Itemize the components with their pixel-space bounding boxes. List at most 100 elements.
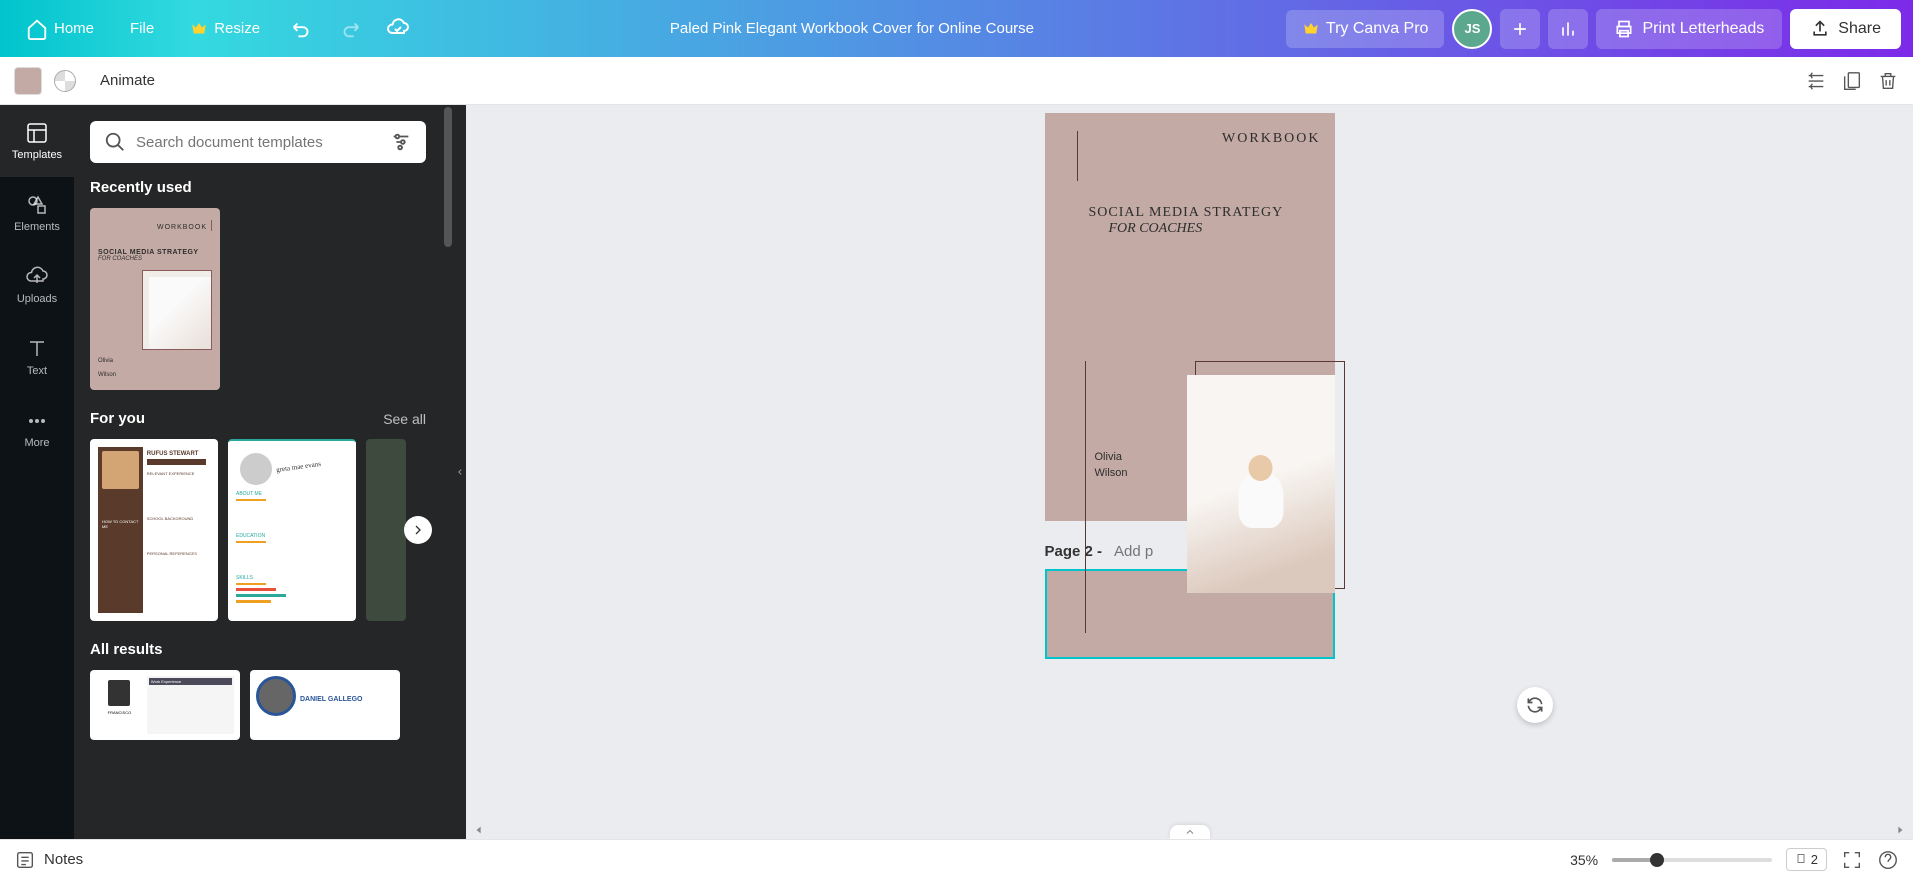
print-icon bbox=[1614, 19, 1634, 39]
page-count-button[interactable]: 2 bbox=[1786, 848, 1827, 871]
page-icon bbox=[1795, 853, 1807, 865]
nav-templates[interactable]: Templates bbox=[0, 105, 74, 177]
nav-text[interactable]: Text bbox=[0, 321, 74, 393]
nav-elements[interactable]: Elements bbox=[0, 177, 74, 249]
template-card-all-1[interactable]: FRANCISCO Work Experience bbox=[90, 670, 240, 740]
nav-elements-label: Elements bbox=[14, 221, 60, 233]
notes-icon bbox=[14, 849, 36, 871]
scrollbar-thumb[interactable] bbox=[444, 107, 452, 247]
canvas-scroll-right[interactable] bbox=[1891, 821, 1909, 839]
document-title[interactable]: Paled Pink Elegant Workbook Cover for On… bbox=[426, 20, 1278, 37]
section-recently-used-title: Recently used bbox=[90, 179, 192, 196]
redo-button[interactable] bbox=[330, 9, 370, 49]
zoom-slider-thumb[interactable] bbox=[1650, 853, 1664, 867]
crown-icon bbox=[1302, 20, 1320, 38]
recent-card-author1: Olivia bbox=[98, 358, 212, 364]
template-card-all-2[interactable]: DANIEL GALLEGO bbox=[250, 670, 400, 740]
try-pro-label: Try Canva Pro bbox=[1326, 20, 1429, 38]
refresh-icon bbox=[1525, 695, 1545, 715]
animate-button[interactable]: Animate bbox=[88, 66, 167, 95]
triangle-right-icon bbox=[1895, 825, 1905, 835]
plus-icon bbox=[1510, 19, 1530, 39]
recent-card-subtitle: FOR COACHES bbox=[98, 256, 212, 262]
recent-card-label: WORKBOOK bbox=[98, 220, 212, 231]
workbook-header-text[interactable]: WORKBOOK bbox=[1059, 131, 1321, 147]
crown-icon bbox=[190, 20, 208, 38]
zoom-slider[interactable] bbox=[1612, 858, 1772, 862]
elements-icon bbox=[25, 193, 49, 217]
print-label: Print Letterheads bbox=[1642, 20, 1764, 38]
notes-label: Notes bbox=[44, 851, 83, 868]
cloud-sync-button[interactable] bbox=[378, 9, 418, 49]
recent-card-image bbox=[142, 270, 212, 350]
template-card-foryou-2[interactable]: greta mae evans ABOUT ME EDUCATION SKILL… bbox=[228, 439, 356, 621]
share-button[interactable]: Share bbox=[1790, 9, 1901, 49]
home-label: Home bbox=[54, 20, 94, 37]
undo-button[interactable] bbox=[282, 9, 322, 49]
chevron-right-icon bbox=[410, 522, 426, 538]
author-text[interactable]: Olivia Wilson bbox=[1095, 450, 1128, 481]
avatar[interactable]: JS bbox=[1452, 9, 1492, 49]
share-icon bbox=[1810, 19, 1830, 39]
bar-chart-icon bbox=[1558, 19, 1578, 39]
notes-button[interactable]: Notes bbox=[14, 849, 83, 871]
redo-icon bbox=[339, 18, 361, 40]
share-label: Share bbox=[1838, 20, 1881, 38]
filter-icon[interactable] bbox=[390, 131, 412, 153]
add-member-button[interactable] bbox=[1500, 9, 1540, 49]
regenerate-button[interactable] bbox=[1517, 687, 1553, 723]
try-pro-button[interactable]: Try Canva Pro bbox=[1286, 10, 1445, 48]
side-panel-scrollbar[interactable] bbox=[442, 105, 454, 839]
home-button[interactable]: Home bbox=[12, 10, 108, 48]
delete-page-button[interactable] bbox=[1877, 70, 1899, 92]
workbook-subtitle-text[interactable]: FOR COACHES bbox=[1109, 221, 1321, 237]
fullscreen-icon bbox=[1841, 849, 1863, 871]
template-card-foryou-3[interactable] bbox=[366, 439, 406, 621]
help-button[interactable] bbox=[1877, 849, 1899, 871]
carousel-next-button[interactable] bbox=[404, 516, 432, 544]
template-card-recent[interactable]: WORKBOOK SOCIAL MEDIA STRATEGY FOR COACH… bbox=[90, 208, 220, 390]
page-title-input[interactable] bbox=[1114, 543, 1154, 560]
transparency-icon[interactable] bbox=[54, 70, 76, 92]
fullscreen-button[interactable] bbox=[1841, 849, 1863, 871]
page-number-label: Page 2 - bbox=[1045, 543, 1103, 560]
collapse-panel-button[interactable] bbox=[454, 105, 466, 839]
nav-uploads-label: Uploads bbox=[17, 293, 57, 305]
text-icon bbox=[25, 337, 49, 361]
background-color-swatch[interactable] bbox=[14, 67, 42, 95]
nav-text-label: Text bbox=[27, 365, 47, 377]
section-for-you-title: For you bbox=[90, 410, 145, 427]
nav-more[interactable]: More bbox=[0, 393, 74, 465]
photo-placeholder[interactable] bbox=[1187, 375, 1335, 593]
expand-pages-button[interactable] bbox=[1170, 825, 1210, 839]
undo-icon bbox=[291, 18, 313, 40]
home-icon bbox=[26, 18, 48, 40]
search-box[interactable] bbox=[90, 121, 426, 163]
recent-card-author2: Wilson bbox=[98, 372, 212, 378]
zoom-percentage[interactable]: 35% bbox=[1570, 852, 1598, 868]
duplicate-icon bbox=[1841, 70, 1863, 92]
resize-button[interactable]: Resize bbox=[176, 12, 274, 46]
template-card-foryou-1[interactable]: HOW TO CONTACT ME RUFUS STEWART RELEVANT… bbox=[90, 439, 218, 621]
section-all-results-title: All results bbox=[90, 641, 163, 658]
search-input[interactable] bbox=[136, 134, 380, 151]
triangle-left-icon bbox=[474, 825, 484, 835]
nav-uploads[interactable]: Uploads bbox=[0, 249, 74, 321]
spacing-button[interactable] bbox=[1805, 70, 1827, 92]
insights-button[interactable] bbox=[1548, 9, 1588, 49]
resize-label: Resize bbox=[214, 20, 260, 37]
cloud-check-icon bbox=[386, 17, 410, 41]
recent-card-title: SOCIAL MEDIA STRATEGY bbox=[98, 249, 212, 256]
templates-icon bbox=[25, 121, 49, 145]
print-button[interactable]: Print Letterheads bbox=[1596, 9, 1782, 49]
file-button[interactable]: File bbox=[116, 12, 168, 45]
decorative-line bbox=[1077, 131, 1078, 181]
workbook-title-text[interactable]: SOCIAL MEDIA STRATEGY bbox=[1089, 205, 1321, 221]
decorative-vertical-line bbox=[1085, 361, 1086, 633]
canvas-scroll-left[interactable] bbox=[470, 821, 488, 839]
see-all-link[interactable]: See all bbox=[383, 411, 426, 427]
duplicate-page-button[interactable] bbox=[1841, 70, 1863, 92]
spacing-icon bbox=[1805, 70, 1827, 92]
uploads-icon bbox=[25, 265, 49, 289]
canvas-page-1[interactable]: WORKBOOK SOCIAL MEDIA STRATEGY FOR COACH… bbox=[1045, 113, 1335, 521]
